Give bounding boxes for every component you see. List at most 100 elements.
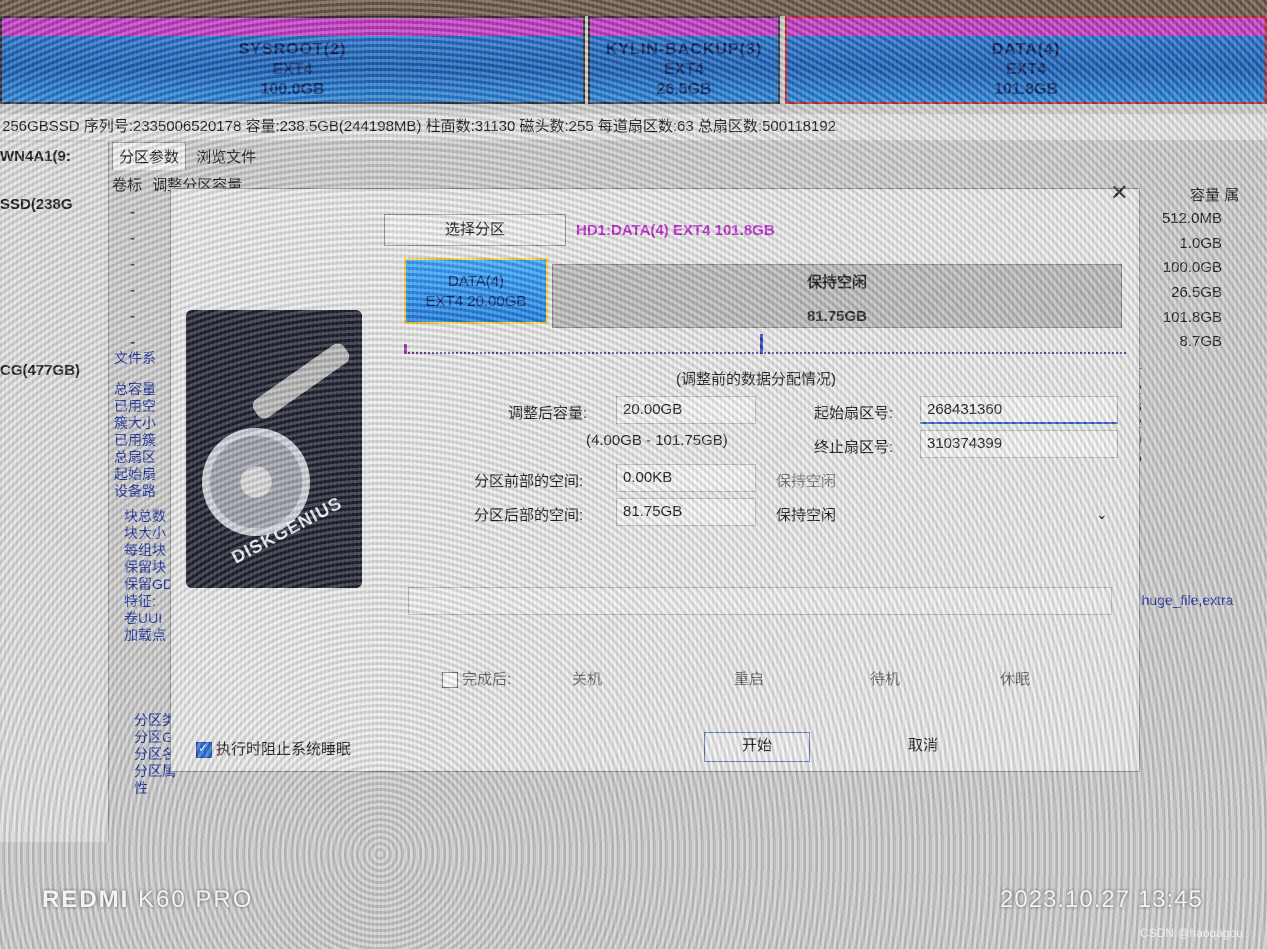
sector-ruler [404,352,1126,356]
main-tabs: 分区参数 浏览文件 [112,142,262,170]
end-sector-input[interactable]: 310374399 [920,430,1118,458]
features-value: er.huge_file,extra [1126,592,1234,608]
space-after-label: 分区后部的空间: [474,507,584,524]
prop-label: 卷UUI [124,610,163,626]
partition-name: SYSROOT(2) [238,41,347,58]
prevent-sleep-option[interactable]: 执行时阻止系统睡眠 [196,738,351,759]
start-sector-input[interactable]: 268431360 [920,396,1118,424]
watermark-brand: REDMI [42,886,130,913]
prop-label: 加载点 [124,627,166,643]
segment-free-label: 保持空闲 [806,274,867,291]
space-before-label: 分区前部的空间: [474,473,584,490]
arm-graphic [249,340,353,422]
prevent-sleep-checkbox[interactable] [196,741,212,759]
after-done-option[interactable]: 完成后: [442,668,511,689]
chevron-down-icon[interactable]: ⌄ [1096,506,1108,523]
csdn-watermark: CSDN @haoqagou [1140,926,1243,940]
capacity-cell: 101.8GB [1162,309,1222,326]
size-range: (4.00GB - 101.75GB) [586,432,728,449]
watermark-model: K60 PRO [138,886,254,913]
capacity-cell: 26.5GB [1171,284,1222,301]
prop-label: 簇大小 [114,415,156,431]
partition-block-sysroot[interactable]: SYSROOT(2) EXT4 100.0GB [0,16,585,104]
partition-stripe [2,18,583,36]
end-sector-label: 终止扇区号: [814,439,894,456]
tab-partition-params[interactable]: 分区参数 [112,142,187,170]
capacity-cell: 8.7GB [1179,333,1222,350]
partition-list-capacity: 容量 属 512.0MB 1.0GB 100.0GB 26.5GB 101.8G… [1130,184,1267,354]
tree-item-ssd[interactable]: SSD(238G [0,196,73,213]
tree-item-disk2[interactable]: CG(477GB) [0,362,80,379]
segment-free-size: 81.75GB [806,308,868,325]
partition-name: DATA(4) [991,41,1061,58]
prop-label: 已用簇 [114,432,156,448]
diskgenius-logo-image: DISKGENIUS [186,310,362,588]
capacity-cell: 1.0GB [1179,235,1222,252]
option-restart[interactable]: 重启 [734,668,764,689]
prop-label: 保留块 [124,559,166,575]
props-header: 文件系 [114,350,156,366]
segment-data-partition[interactable]: DATA(4) EXT4 20.00GB [404,258,548,324]
space-after-select[interactable]: 保持空闲 [776,504,836,525]
start-button[interactable]: 开始 [704,732,810,762]
option-shutdown[interactable]: 关机 [572,668,602,689]
prop-label: 设备路 [114,483,156,499]
tree-dashes: ------ [130,204,136,351]
option-hibernate[interactable]: 休眠 [1000,668,1030,689]
selected-partition-path: HD1:DATA(4) EXT4 101.8GB [576,222,775,239]
tab-browse-files[interactable]: 浏览文件 [190,143,262,170]
column-header-capacity: 容量 属 [1190,187,1240,204]
after-done-label: 完成后: [462,671,512,688]
size-after-input[interactable]: 20.00GB [616,396,756,424]
space-after-input[interactable]: 81.75GB [616,498,756,526]
partition-name: KYLIN-BACKUP(3) [605,41,763,58]
after-done-checkbox[interactable] [442,672,458,689]
partition-size: 101.8GB [993,81,1059,98]
prop-label: 块总数 [124,508,166,524]
prop-label: 每组块 [124,542,166,558]
space-before-input[interactable]: 0.00KB [616,464,756,492]
select-partition-button[interactable]: 选择分区 [384,214,566,246]
props-group-2: 块总数 块大小 每组块 保留块 保留GD 特征: 卷UUI 加载点 [124,508,174,644]
partition-stripe [590,18,778,36]
prop-label: 总扇区 [114,449,156,465]
cancel-button[interactable]: 取消 [870,732,976,762]
allocation-note: (调整前的数据分配情况) [676,371,836,388]
close-icon[interactable]: ✕ [1110,180,1128,206]
partition-fs: EXT4 [1005,61,1046,78]
partition-block-kylin-backup[interactable]: KYLIN-BACKUP(3) EXT4 26.5GB [588,16,780,104]
disk-info-line: 256GBSSD 序列号:2335006520178 容量:238.5GB(24… [0,114,1267,140]
prop-label: 保留GD [124,576,173,592]
prop-label: 特征: [124,593,156,609]
subtab-volume[interactable]: 卷标 [112,177,142,194]
tree-item-disk0[interactable]: WN4A1(9: [0,148,71,165]
capacity-cell: 512.0MB [1161,210,1222,227]
partition-fs: EXT4 [663,61,704,78]
prop-label: 总容量 [114,381,156,397]
partition-size: 100.0GB [260,81,325,98]
partition-size: 26.5GB [656,81,712,98]
disk-tree: WN4A1(9: SSD(238G CG(477GB) [0,142,109,842]
option-standby[interactable]: 待机 [870,668,900,689]
segment-size: EXT4 20.00GB [425,293,527,310]
prevent-sleep-label: 执行时阻止系统睡眠 [216,741,352,758]
ruler-start-mark [404,344,407,354]
partition-fs: EXT4 [272,61,313,78]
props-group-1: 文件系 总容量 已用空 簇大小 已用簇 总扇区 起始扇 设备路 [114,350,174,500]
start-sector-label: 起始扇区号: [814,405,894,422]
capacity-cell: 100.0GB [1162,259,1222,276]
top-edge [0,0,1267,16]
prop-label: 已用空 [114,398,156,414]
segment-free-space[interactable]: 保持空闲 81.75GB [552,264,1122,328]
prop-label: 起始扇 [114,466,156,482]
size-after-label: 调整后容量: [508,405,588,422]
space-before-action[interactable]: 保持空闲 [776,470,836,491]
segment-name: DATA(4) [447,273,505,290]
progress-bar [408,587,1112,615]
partition-block-data[interactable]: DATA(4) EXT4 101.8GB [785,16,1267,104]
resize-handle[interactable] [760,334,763,354]
prop-label: 块大小 [124,525,166,541]
partition-stripe [787,18,1265,36]
camera-watermark-datetime: 2023.10.27 13:45 [1000,886,1203,913]
camera-watermark-model: REDMI K60 PRO [42,886,253,914]
